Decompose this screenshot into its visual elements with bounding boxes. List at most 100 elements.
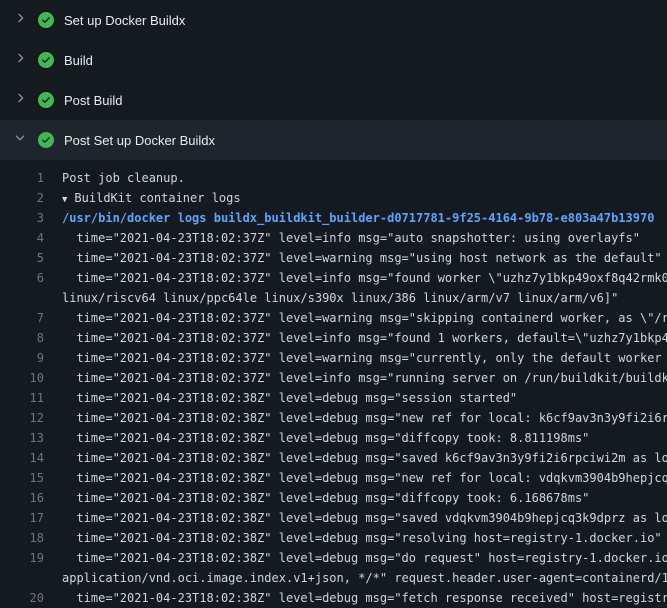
log-line-number[interactable]: 4 — [0, 228, 44, 248]
log-line-text: ▼ BuildKit container logs — [62, 188, 241, 208]
log-section: Build — [0, 40, 667, 80]
log-line-content: time="2021-04-23T18:02:37Z" level=warnin… — [62, 351, 667, 365]
log-line-number[interactable]: 6 — [0, 268, 44, 288]
log-line-number[interactable]: 19 — [0, 548, 44, 568]
log-line: 17 time="2021-04-23T18:02:38Z" level=deb… — [0, 508, 667, 528]
log-section: Post Set up Docker Buildx 1 Post job cle… — [0, 120, 667, 608]
log-line-text: time="2021-04-23T18:02:38Z" level=debug … — [62, 548, 667, 568]
log-line-number[interactable]: 5 — [0, 248, 44, 268]
log-line-number[interactable]: 1 — [0, 168, 44, 188]
log-line: 1 Post job cleanup. — [0, 168, 667, 188]
log-line-text: time="2021-04-23T18:02:38Z" level=debug … — [62, 508, 667, 528]
log-line-text: time="2021-04-23T18:02:37Z" level=info m… — [62, 228, 640, 248]
log-line-content: time="2021-04-23T18:02:38Z" level=debug … — [62, 551, 667, 565]
log-line: 13 time="2021-04-23T18:02:38Z" level=deb… — [0, 428, 667, 448]
section-chevron — [12, 52, 28, 68]
log-line: 7 time="2021-04-23T18:02:37Z" level=warn… — [0, 308, 667, 328]
log-line-content: time="2021-04-23T18:02:37Z" level=warnin… — [62, 251, 662, 265]
log-line-content: linux/riscv64 linux/ppc64le linux/s390x … — [62, 291, 618, 305]
log-area: 1 Post job cleanup. 2 ▼ BuildKit containe… — [0, 160, 667, 608]
actions-log-viewer: Set up Docker Buildx Build — [0, 0, 667, 600]
section-title: Post Build — [64, 93, 123, 108]
log-line-content: time="2021-04-23T18:02:38Z" level=debug … — [62, 591, 667, 605]
log-line-text: time="2021-04-23T18:02:38Z" level=debug … — [62, 388, 517, 408]
log-line-number[interactable] — [0, 568, 44, 588]
log-line: 12 time="2021-04-23T18:02:38Z" level=deb… — [0, 408, 667, 428]
log-line-number[interactable]: 13 — [0, 428, 44, 448]
log-line-text: application/vnd.oci.image.index.v1+json,… — [62, 568, 667, 588]
log-line-number[interactable]: 7 — [0, 308, 44, 328]
log-line-number[interactable]: 15 — [0, 468, 44, 488]
log-line-number[interactable]: 18 — [0, 528, 44, 548]
section-title: Set up Docker Buildx — [64, 13, 185, 28]
log-line-number[interactable]: 17 — [0, 508, 44, 528]
log-line-text: linux/riscv64 linux/ppc64le linux/s390x … — [62, 288, 618, 308]
log-line-content: time="2021-04-23T18:02:38Z" level=debug … — [62, 471, 667, 485]
log-line: 9 time="2021-04-23T18:02:37Z" level=warn… — [0, 348, 667, 368]
log-line-number[interactable]: 14 — [0, 448, 44, 468]
log-line-text: time="2021-04-23T18:02:37Z" level=warnin… — [62, 248, 662, 268]
log-section: Set up Docker Buildx — [0, 0, 667, 40]
log-line-text: time="2021-04-23T18:02:38Z" level=debug … — [62, 528, 662, 548]
log-line-number[interactable] — [0, 288, 44, 308]
chevron-down-icon — [13, 131, 27, 150]
log-line-number[interactable]: 11 — [0, 388, 44, 408]
log-line-content: /usr/bin/docker logs buildx_buildkit_bui… — [62, 211, 654, 225]
log-line: 18 time="2021-04-23T18:02:38Z" level=deb… — [0, 528, 667, 548]
chevron-right-icon — [13, 11, 27, 30]
log-line-content: time="2021-04-23T18:02:37Z" level=info m… — [62, 331, 667, 345]
section-header-post-set-up-docker-buildx[interactable]: Post Set up Docker Buildx — [0, 120, 667, 160]
log-line-content: time="2021-04-23T18:02:38Z" level=debug … — [62, 391, 517, 405]
log-line-content: time="2021-04-23T18:02:38Z" level=debug … — [62, 511, 667, 525]
log-line: 10 time="2021-04-23T18:02:37Z" level=inf… — [0, 368, 667, 388]
check-circle-icon — [38, 12, 54, 28]
log-line-text: time="2021-04-23T18:02:37Z" level=info m… — [62, 268, 667, 288]
log-line-number[interactable]: 9 — [0, 348, 44, 368]
section-chevron — [12, 12, 28, 28]
log-line-number[interactable]: 16 — [0, 488, 44, 508]
log-line-text: time="2021-04-23T18:02:37Z" level=info m… — [62, 368, 667, 388]
log-line-content: BuildKit container logs — [74, 191, 240, 205]
section-chevron — [12, 92, 28, 108]
section-title: Build — [64, 53, 93, 68]
log-line-content: time="2021-04-23T18:02:37Z" level=info m… — [62, 271, 667, 285]
log-line-number[interactable]: 20 — [0, 588, 44, 608]
log-line-content: time="2021-04-23T18:02:38Z" level=debug … — [62, 451, 667, 465]
log-line-content: Post job cleanup. — [62, 171, 185, 185]
check-circle-icon — [38, 52, 54, 68]
log-line-number[interactable]: 8 — [0, 328, 44, 348]
log-line: 2 ▼ BuildKit container logs — [0, 188, 667, 208]
log-line-text: time="2021-04-23T18:02:38Z" level=debug … — [62, 408, 667, 428]
log-line-text: time="2021-04-23T18:02:37Z" level=warnin… — [62, 308, 667, 328]
log-line-content: time="2021-04-23T18:02:38Z" level=debug … — [62, 411, 667, 425]
log-line-content: time="2021-04-23T18:02:38Z" level=debug … — [62, 431, 589, 445]
section-chevron — [12, 132, 28, 148]
log-line: 11 time="2021-04-23T18:02:38Z" level=deb… — [0, 388, 667, 408]
log-line-number[interactable]: 3 — [0, 208, 44, 228]
log-line-text: time="2021-04-23T18:02:38Z" level=debug … — [62, 448, 667, 468]
log-line-number[interactable]: 12 — [0, 408, 44, 428]
log-line-content: time="2021-04-23T18:02:37Z" level=info m… — [62, 371, 667, 385]
chevron-right-icon — [13, 91, 27, 110]
log-line-content: time="2021-04-23T18:02:38Z" level=debug … — [62, 531, 662, 545]
section-header-post-build[interactable]: Post Build — [0, 80, 667, 120]
log-line-number[interactable]: 2 — [0, 188, 44, 208]
log-line-text: Post job cleanup. — [62, 168, 185, 188]
log-section: Post Build — [0, 80, 667, 120]
section-header-set-up-docker-buildx[interactable]: Set up Docker Buildx — [0, 0, 667, 40]
log-line: 16 time="2021-04-23T18:02:38Z" level=deb… — [0, 488, 667, 508]
log-line: 20 time="2021-04-23T18:02:38Z" level=deb… — [0, 588, 667, 608]
log-line: 6 time="2021-04-23T18:02:37Z" level=info… — [0, 268, 667, 288]
log-group-caret-icon[interactable]: ▼ — [62, 190, 67, 208]
log-line-text: time="2021-04-23T18:02:38Z" level=debug … — [62, 468, 667, 488]
log-line-content: time="2021-04-23T18:02:38Z" level=debug … — [62, 491, 589, 505]
check-circle-icon — [38, 92, 54, 108]
log-line: 14 time="2021-04-23T18:02:38Z" level=deb… — [0, 448, 667, 468]
log-line: 8 time="2021-04-23T18:02:37Z" level=info… — [0, 328, 667, 348]
section-header-build[interactable]: Build — [0, 40, 667, 80]
section-title: Post Set up Docker Buildx — [64, 133, 215, 148]
log-line-text: /usr/bin/docker logs buildx_buildkit_bui… — [62, 208, 654, 228]
log-line: linux/riscv64 linux/ppc64le linux/s390x … — [0, 288, 667, 308]
log-line-text: time="2021-04-23T18:02:38Z" level=debug … — [62, 428, 589, 448]
log-line-number[interactable]: 10 — [0, 368, 44, 388]
